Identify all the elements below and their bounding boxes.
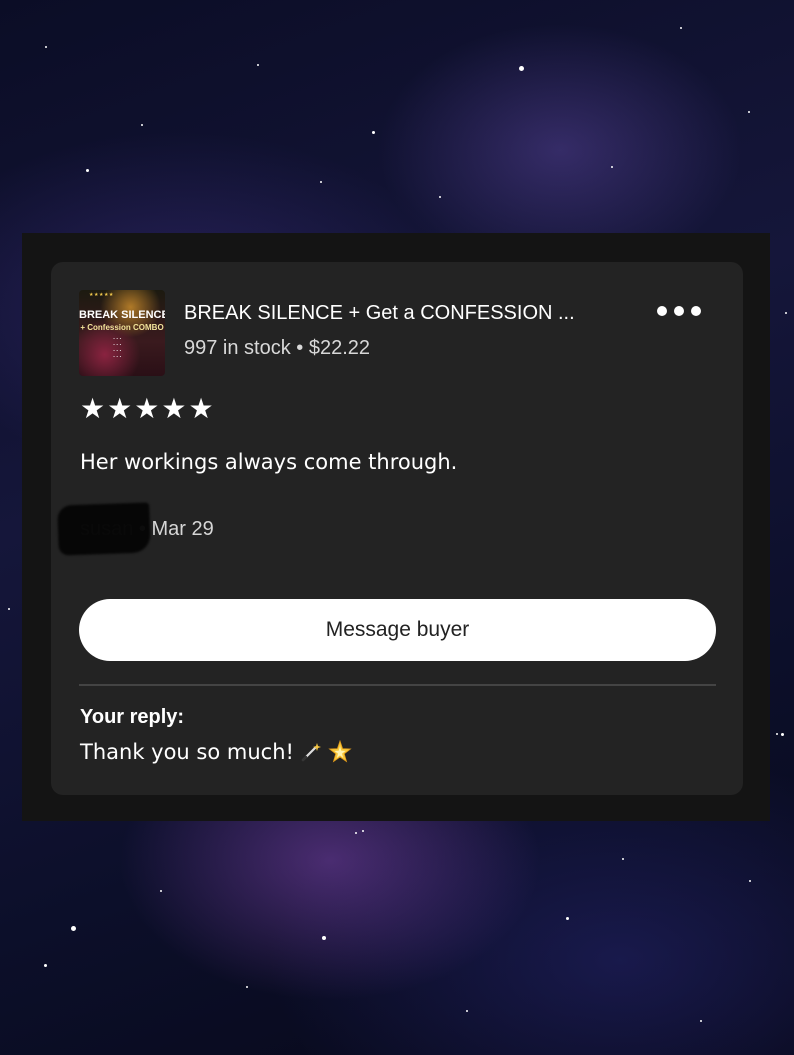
review-date: Mar 29 bbox=[151, 518, 214, 540]
thumbnail-badge: ★★★★★ bbox=[89, 292, 114, 298]
review-panel: ★★★★★ BREAK SILENCE + Confession COMBO •… bbox=[22, 233, 770, 821]
reply-label: Your reply: bbox=[80, 706, 185, 728]
magic-wand-icon bbox=[301, 743, 321, 762]
more-horizontal-icon bbox=[657, 306, 667, 316]
thumbnail-list: • • • • • • • • • • • • bbox=[113, 337, 122, 359]
star-icon: ★ bbox=[188, 392, 214, 425]
product-stock-price: 997 in stock • $22.22 bbox=[184, 337, 371, 359]
star-icon: ★ bbox=[134, 392, 160, 425]
star-icon: ★ bbox=[161, 392, 187, 425]
star-icon: ★ bbox=[107, 392, 133, 425]
thumbnail-title: BREAK SILENCE bbox=[79, 309, 165, 321]
message-buyer-button[interactable]: Message buyer bbox=[79, 599, 716, 661]
glowing-star-icon bbox=[328, 740, 352, 763]
more-horizontal-icon bbox=[691, 306, 701, 316]
more-horizontal-icon bbox=[674, 306, 684, 316]
product-thumbnail[interactable]: ★★★★★ BREAK SILENCE + Confession COMBO •… bbox=[79, 290, 165, 376]
star-icon: ★ bbox=[80, 392, 106, 425]
thumbnail-subtitle: + Confession COMBO bbox=[80, 323, 164, 332]
star-rating: ★ ★ ★ ★ ★ bbox=[80, 394, 214, 424]
reply-text-line: Thank you so much! bbox=[80, 740, 352, 764]
product-title[interactable]: BREAK SILENCE + Get a CONFESSION ... bbox=[184, 302, 575, 325]
reviewer-name-redacted: susan bbox=[57, 502, 151, 556]
more-options-button[interactable] bbox=[657, 300, 701, 322]
review-card: ★★★★★ BREAK SILENCE + Confession COMBO •… bbox=[51, 262, 743, 795]
reviewer-line: susan • Mar 29 bbox=[57, 502, 214, 556]
review-text: Her workings always come through. bbox=[80, 450, 458, 474]
divider bbox=[79, 684, 716, 686]
reply-text: Thank you so much! bbox=[80, 740, 294, 764]
